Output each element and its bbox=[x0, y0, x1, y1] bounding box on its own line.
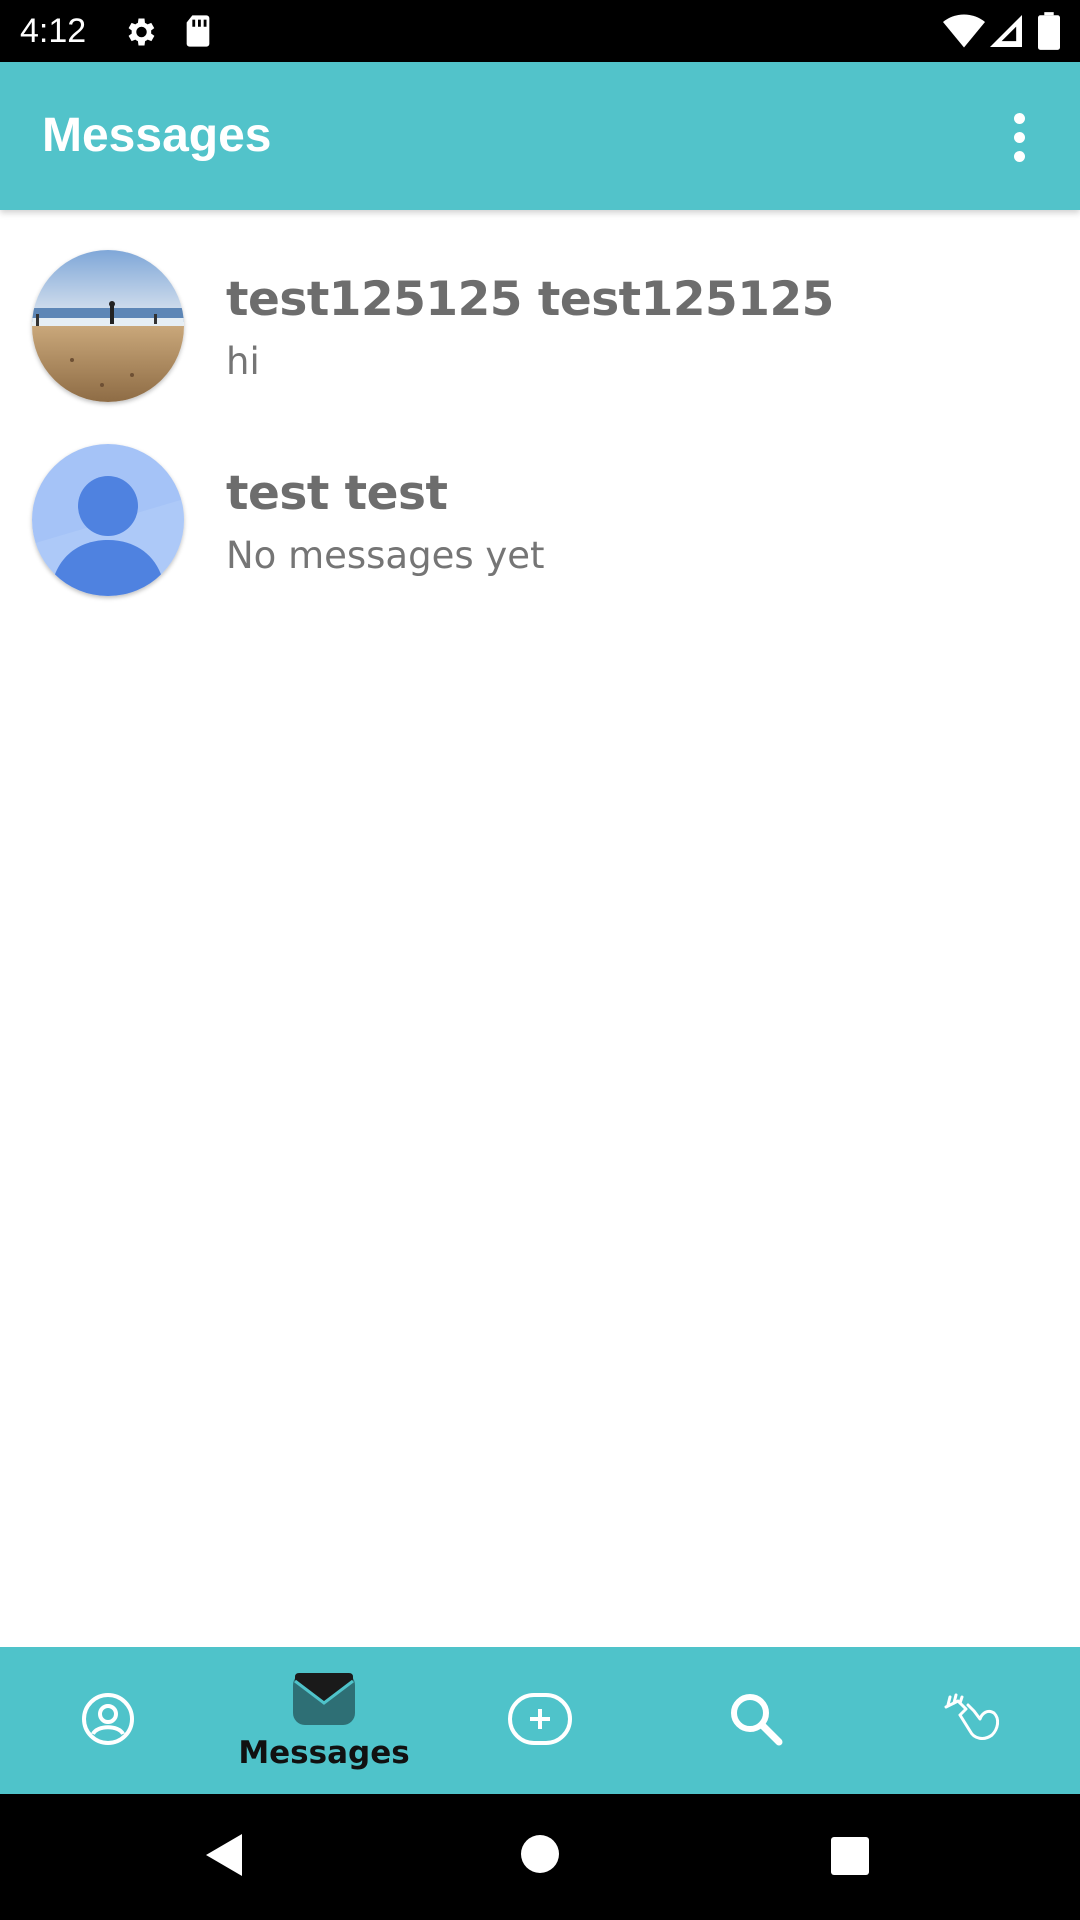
mail-icon bbox=[291, 1671, 357, 1731]
back-icon[interactable] bbox=[204, 1832, 244, 1882]
battery-icon bbox=[1038, 12, 1060, 54]
page-title: Messages bbox=[42, 109, 272, 162]
nav-item-messages[interactable]: Messages bbox=[216, 1647, 432, 1794]
status-time: 4:12 bbox=[20, 12, 87, 50]
sd-card-icon bbox=[182, 14, 214, 52]
flexed-arm-icon bbox=[940, 1691, 1004, 1751]
search-icon bbox=[727, 1690, 785, 1752]
add-circle-icon bbox=[507, 1692, 573, 1750]
conversation-list: test125125 test125125 hi test test No me… bbox=[0, 210, 1080, 638]
nav-item-profile[interactable] bbox=[0, 1647, 216, 1794]
default-person-avatar bbox=[32, 444, 184, 596]
nav-item-fitness[interactable] bbox=[864, 1647, 1080, 1794]
gear-icon bbox=[122, 14, 158, 54]
nav-item-search[interactable] bbox=[648, 1647, 864, 1794]
conversation-name: test125125 test125125 bbox=[226, 272, 834, 327]
conversation-preview: No messages yet bbox=[226, 534, 545, 577]
wifi-icon bbox=[943, 14, 985, 52]
home-icon[interactable] bbox=[520, 1834, 560, 1878]
overflow-menu-icon[interactable] bbox=[984, 102, 1054, 172]
recents-icon[interactable] bbox=[830, 1836, 870, 1880]
conversation-item[interactable]: test test No messages yet bbox=[0, 444, 1080, 638]
status-bar: 4:12 bbox=[0, 0, 1080, 62]
conversation-name: test test bbox=[226, 466, 448, 521]
nav-item-add[interactable] bbox=[432, 1647, 648, 1794]
nav-label-messages: Messages bbox=[238, 1734, 410, 1771]
beach-photo-avatar bbox=[32, 250, 184, 402]
signal-icon bbox=[990, 14, 1022, 52]
app-bar: Messages bbox=[0, 62, 1080, 210]
system-navigation-bar bbox=[0, 1794, 1080, 1920]
profile-icon bbox=[81, 1692, 135, 1750]
bottom-navigation: Messages bbox=[0, 1647, 1080, 1794]
conversation-preview: hi bbox=[226, 340, 260, 383]
conversation-item[interactable]: test125125 test125125 hi bbox=[0, 250, 1080, 444]
